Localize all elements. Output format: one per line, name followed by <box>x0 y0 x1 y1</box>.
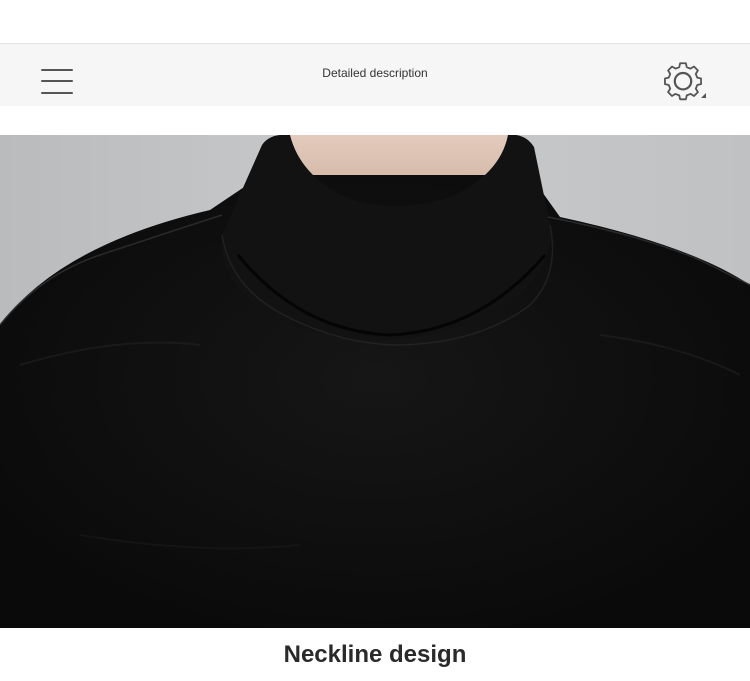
section-caption: Neckline design <box>283 641 467 668</box>
product-photo <box>0 135 750 628</box>
product-detail-page: Detailed description Neckline design <box>0 0 750 681</box>
top-navigation-bar: Detailed description <box>0 43 750 106</box>
menu-line <box>41 80 73 82</box>
sweatshirt-neckline-illustration <box>0 135 750 628</box>
gear-icon-graphic <box>664 62 706 101</box>
gear-icon[interactable] <box>660 60 708 106</box>
status-area <box>0 0 750 43</box>
page-title: Detailed description <box>322 66 428 80</box>
menu-line <box>41 92 73 94</box>
spacer <box>0 106 750 135</box>
